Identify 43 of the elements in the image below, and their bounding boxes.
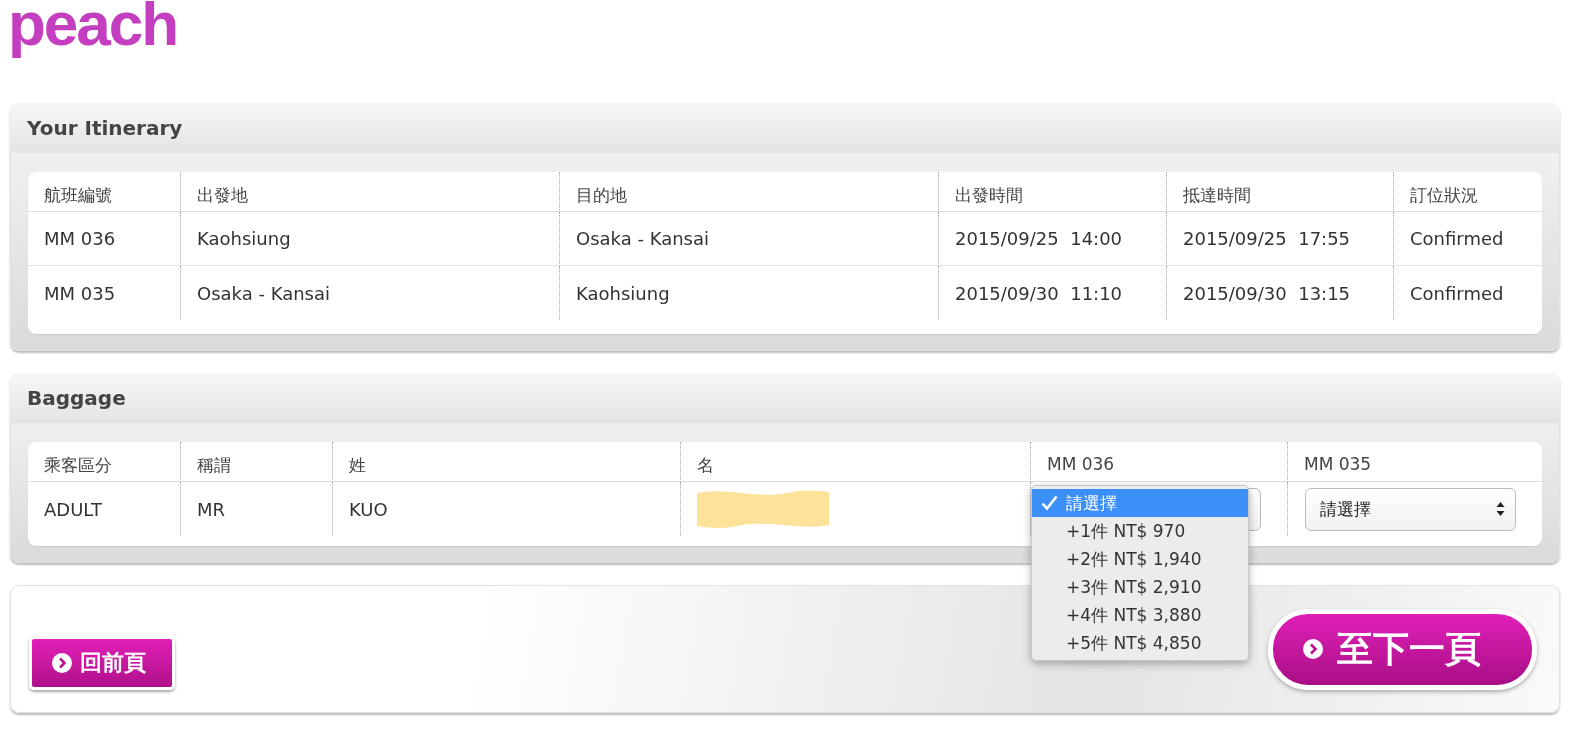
dropdown-option[interactable]: +3件 NT$ 2,910 bbox=[1032, 573, 1248, 601]
next-page-button[interactable]: 至下一頁 bbox=[1268, 608, 1537, 690]
table-cell: Confirmed bbox=[1410, 228, 1504, 249]
column-header: 名 bbox=[680, 442, 1030, 482]
table-cell: Kaohsiung bbox=[197, 228, 291, 249]
table-cell: 2015/09/30 11:10 bbox=[955, 282, 1123, 304]
select-value: 請選擇 bbox=[1320, 497, 1371, 521]
dropdown-option[interactable]: +1件 NT$ 970 bbox=[1032, 517, 1248, 545]
peach-logo: peach bbox=[8, 0, 178, 59]
panel-title: Baggage bbox=[10, 373, 1560, 423]
table-cell: 2015/09/30 13:15 bbox=[1183, 282, 1351, 304]
table-cell: MM 036 bbox=[44, 228, 116, 249]
column-header: 航班編號 bbox=[28, 172, 180, 212]
column-header: 出發時間 bbox=[938, 172, 1166, 212]
column-header: 出發地 bbox=[180, 172, 559, 212]
dropdown-option[interactable]: +5件 NT$ 4,850 bbox=[1032, 629, 1248, 657]
table-cell: 2015/09/25 17:55 bbox=[1183, 228, 1351, 249]
checkmark-icon bbox=[1041, 495, 1058, 511]
chevron-circle-icon bbox=[52, 653, 72, 673]
column-header: MM 036 bbox=[1030, 442, 1287, 482]
column-header: 目的地 bbox=[559, 172, 938, 212]
updown-arrows-icon bbox=[1496, 501, 1505, 517]
table-cell: Confirmed bbox=[1410, 282, 1504, 304]
table-cell: Osaka - Kansai bbox=[197, 282, 330, 304]
table-cell: MR bbox=[197, 498, 226, 520]
column-header: 乘客區分 bbox=[28, 442, 180, 482]
dropdown-option[interactable]: +2件 NT$ 1,940 bbox=[1032, 545, 1248, 573]
table-cell: ADULT bbox=[44, 498, 102, 520]
table-cell: 2015/09/25 14:00 bbox=[955, 228, 1123, 249]
panel-title: Your Itinerary bbox=[10, 103, 1560, 153]
baggage-select[interactable]: 請選擇 bbox=[1305, 487, 1516, 531]
dropdown-option[interactable]: +4件 NT$ 3,880 bbox=[1032, 601, 1248, 629]
column-header: 姓 bbox=[332, 442, 680, 482]
table-cell: Kaohsiung bbox=[576, 282, 670, 304]
column-header: 訂位狀況 bbox=[1393, 172, 1542, 212]
chevron-circle-icon bbox=[1303, 639, 1323, 659]
table-cell: MM 035 bbox=[44, 282, 116, 304]
back-button[interactable]: 回前頁 bbox=[29, 636, 175, 690]
table-cell: Osaka - Kansai bbox=[576, 228, 709, 249]
column-header: MM 035 bbox=[1287, 442, 1542, 482]
table-cell: KUO bbox=[349, 498, 388, 520]
column-header: 稱謂 bbox=[180, 442, 332, 482]
column-header: 抵達時間 bbox=[1166, 172, 1393, 212]
